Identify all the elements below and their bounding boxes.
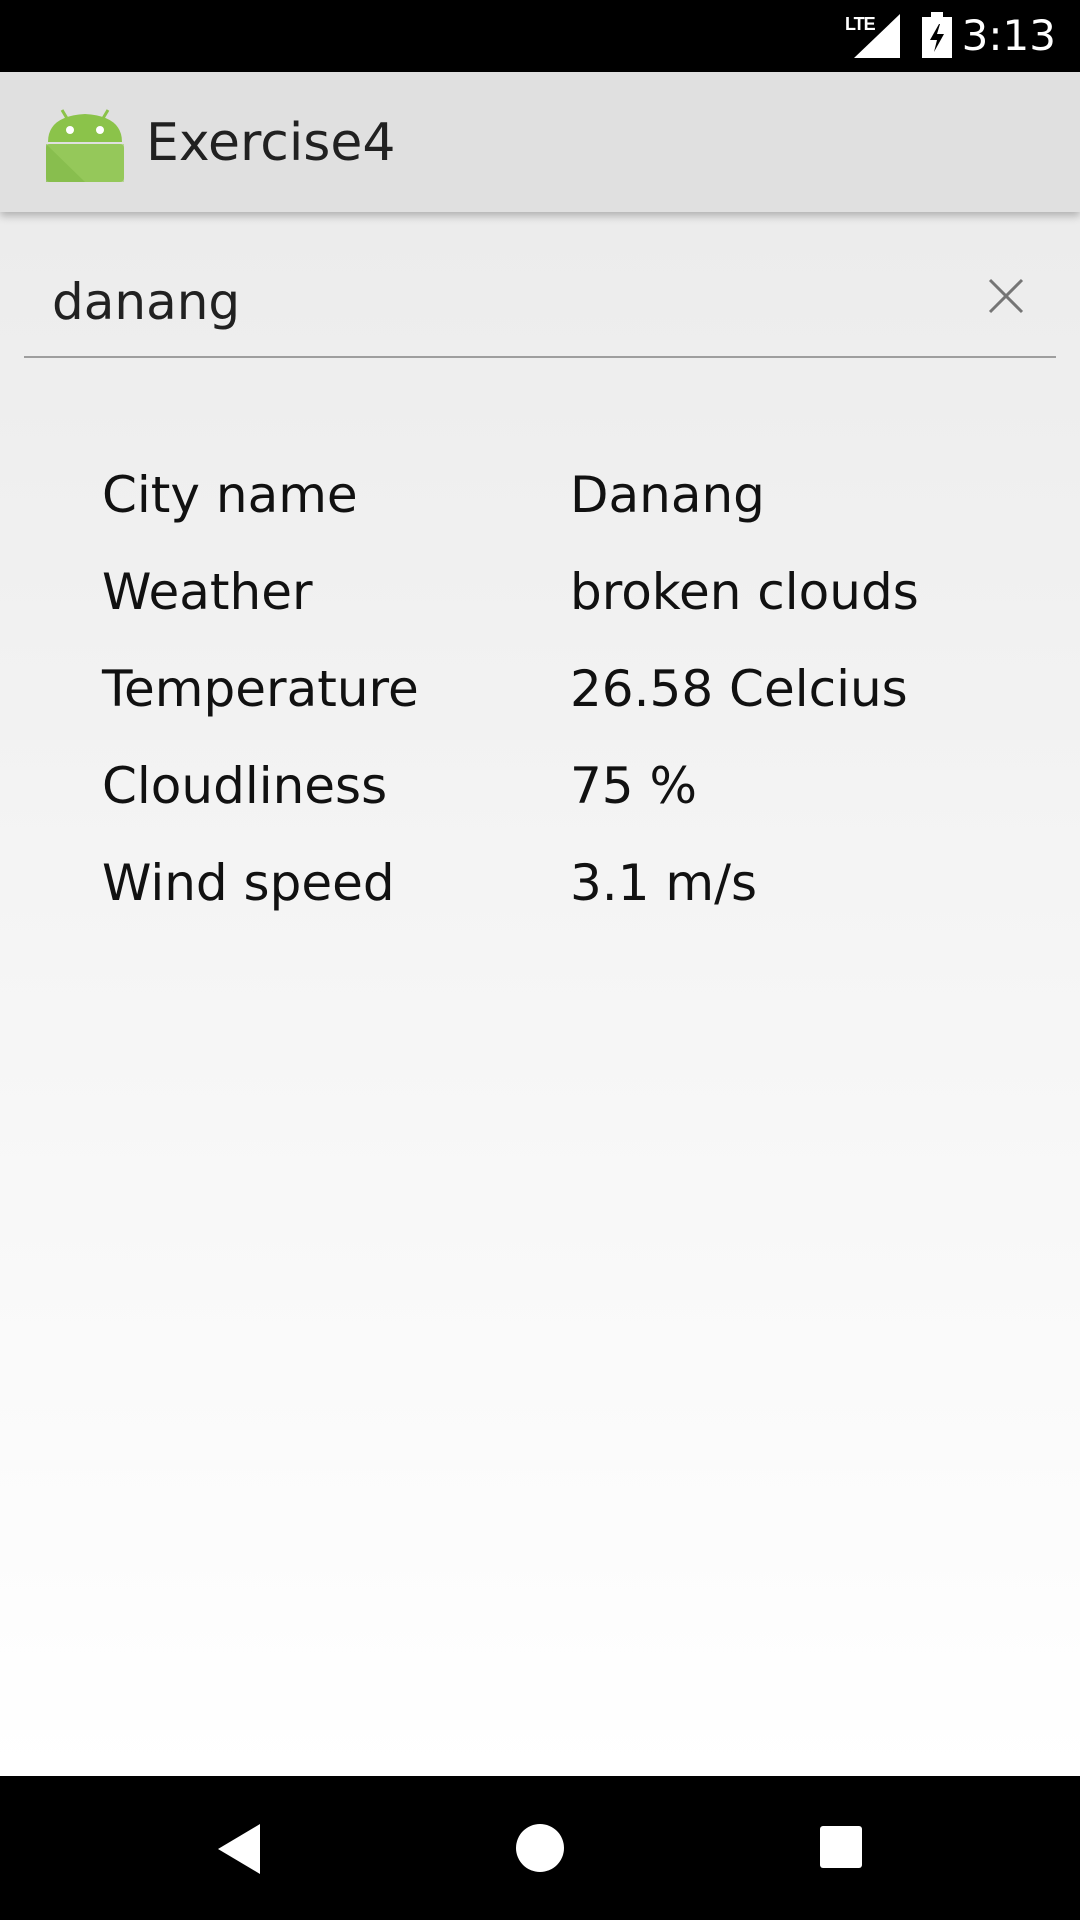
info-row-wind-speed: Wind speed 3.1 m/s [102, 850, 1002, 947]
close-icon[interactable] [980, 270, 1032, 322]
status-time: 3:13 [961, 11, 1056, 60]
info-value: broken clouds [570, 563, 919, 621]
info-label: Temperature [102, 660, 419, 718]
app-title: Exercise4 [146, 113, 396, 173]
info-value: 75 % [570, 757, 698, 815]
recents-square-icon[interactable] [818, 1824, 864, 1870]
info-value: 3.1 m/s [570, 854, 758, 912]
home-circle-icon[interactable] [514, 1822, 566, 1874]
main-content: City name Danang Weather broken clouds T… [0, 212, 1080, 1776]
search-row [24, 248, 1056, 360]
city-search-input[interactable] [24, 248, 1056, 358]
status-bar: LTE 3:13 [0, 0, 1080, 72]
info-row-temperature: Temperature 26.58 Celcius [102, 656, 1002, 753]
info-label: City name [102, 466, 358, 524]
android-logo-icon [46, 109, 124, 182]
info-label: Weather [102, 563, 313, 621]
info-row-cloudliness: Cloudliness 75 % [102, 753, 1002, 850]
info-label: Wind speed [102, 854, 395, 912]
battery-charging-icon [922, 12, 952, 58]
info-value: 26.58 Celcius [570, 660, 908, 718]
navigation-bar [0, 1776, 1080, 1920]
info-row-weather: Weather broken clouds [102, 559, 1002, 656]
phone-screen: LTE 3:13 Exercise4 danang City name Dana… [0, 0, 1080, 1920]
info-row-city: City name Danang [102, 462, 1002, 559]
app-bar: Exercise4 [0, 72, 1080, 212]
info-value: Danang [570, 466, 765, 524]
cell-signal-icon [854, 14, 900, 58]
info-label: Cloudliness [102, 757, 388, 815]
back-triangle-icon[interactable] [214, 1822, 262, 1876]
weather-info-table: City name Danang Weather broken clouds T… [102, 462, 1002, 947]
